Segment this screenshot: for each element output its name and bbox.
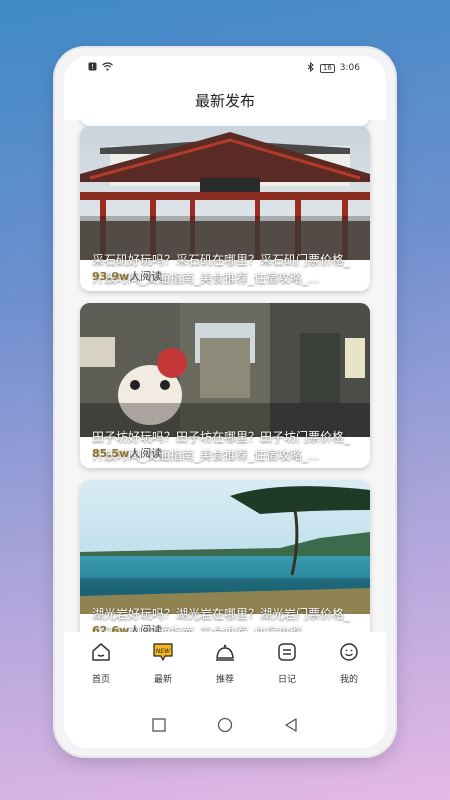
system-nav-bar	[64, 706, 386, 748]
tab-label: 最新	[153, 675, 172, 685]
tab-label: 日记	[277, 675, 296, 685]
bottom-tabbar: 首页 NEW 最新 推荐 日记 我的	[64, 632, 386, 694]
recents-button[interactable]	[151, 717, 167, 737]
wifi-icon	[102, 62, 113, 74]
tab-label: 推荐	[215, 675, 234, 685]
tab-recommend[interactable]: 推荐	[200, 641, 250, 685]
home-icon	[90, 641, 112, 667]
article-card[interactable]: 田子坊好玩吗？田子坊在哪里？田子坊门票价格_开放时间_交通指南_美食推荐_住宿攻…	[80, 303, 370, 468]
alley-street-photo	[80, 303, 370, 437]
tab-home[interactable]: 首页	[76, 641, 126, 685]
read-count: 62.6w人阅读	[92, 624, 163, 632]
article-card[interactable]: 湖光岩好玩吗？湖光岩在哪里？湖光岩门票价格_开放时间_交通指南_美食推荐_住宿攻…	[80, 480, 370, 632]
status-bar: ! 16 3:06	[64, 56, 386, 80]
read-count: 85.5w人阅读	[92, 447, 163, 460]
new-badge-icon: NEW	[152, 641, 174, 667]
svg-text:!: !	[91, 63, 94, 71]
tab-diary[interactable]: 日记	[262, 641, 312, 685]
profile-icon	[338, 641, 360, 667]
battery-icon: 16	[319, 63, 335, 73]
back-button[interactable]	[283, 717, 299, 737]
recommend-icon	[214, 641, 236, 667]
app-screen: ! 16 3:06 最新发布 采石矶好玩吗？采石矶在哪里？采石矶门票价格_开放时…	[64, 56, 386, 748]
phone-frame: ! 16 3:06 最新发布 采石矶好玩吗？采石矶在哪里？采石矶门票价格_开放时…	[55, 48, 395, 756]
tab-profile[interactable]: 我的	[324, 641, 374, 685]
article-feed[interactable]: 采石矶好玩吗？采石矶在哪里？采石矶门票价格_开放时间_交通指南_美食推荐_住宿攻…	[64, 120, 386, 632]
new-badge-text: NEW	[156, 648, 171, 655]
battery-level: 16	[322, 64, 332, 72]
home-button[interactable]	[217, 717, 233, 737]
tab-latest[interactable]: NEW 最新	[138, 641, 188, 685]
pavilion-gate-photo	[80, 126, 370, 260]
diary-icon	[276, 641, 298, 667]
clock: 3:06	[339, 63, 360, 73]
read-count: 93.9w人阅读	[92, 270, 163, 283]
bluetooth-icon	[307, 61, 315, 75]
lake-view-photo	[80, 480, 370, 614]
article-card[interactable]: 采石矶好玩吗？采石矶在哪里？采石矶门票价格_开放时间_交通指南_美食推荐_住宿攻…	[80, 126, 370, 291]
tab-label: 首页	[91, 675, 110, 685]
tab-label: 我的	[339, 675, 358, 685]
notification-icon: !	[88, 62, 97, 74]
page-title: 最新发布	[64, 80, 386, 120]
